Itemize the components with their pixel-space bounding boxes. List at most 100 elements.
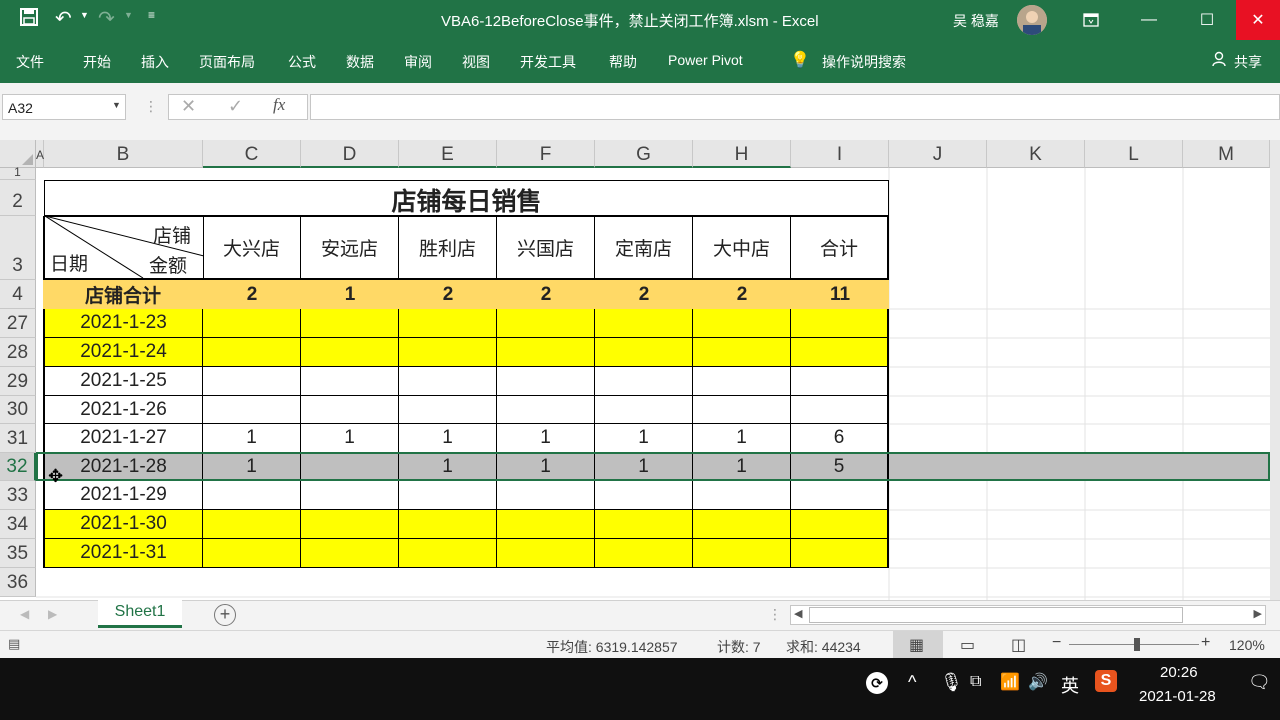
row-header-36[interactable]: 36 (0, 568, 36, 597)
column-header-k[interactable]: K (987, 140, 1085, 168)
scroll-right-icon[interactable]: ▶ (48, 607, 57, 621)
column-header-e[interactable]: E (399, 140, 497, 168)
horizontal-scrollbar[interactable]: ◀ ▶ (790, 605, 1266, 625)
wifi-icon[interactable]: 📶 (1000, 672, 1020, 692)
value-cell[interactable] (595, 539, 693, 568)
value-cell[interactable] (497, 510, 595, 539)
zoom-level[interactable]: 120% (1229, 637, 1265, 653)
value-cell[interactable] (399, 309, 497, 338)
worksheet-grid[interactable]: A B C D E F G H I J K L M 1 2 3 4 27 28 … (0, 140, 1270, 600)
value-cell[interactable] (595, 367, 693, 396)
value-cell[interactable] (595, 396, 693, 424)
date-cell[interactable]: 2021-1-25 (43, 367, 203, 396)
tab-page-layout[interactable]: 页面布局 (199, 52, 255, 72)
row-header-4[interactable]: 4 (0, 280, 36, 309)
summary-cell[interactable]: 2 (595, 280, 693, 309)
app-tray-icon[interactable]: ⟳ (866, 672, 888, 694)
row-header-3[interactable]: 3 (0, 216, 36, 280)
value-cell[interactable]: 1 (693, 424, 791, 453)
share-icon[interactable] (1212, 51, 1228, 71)
column-header-i[interactable]: I (791, 140, 889, 168)
date-cell[interactable]: 2021-1-24 (43, 338, 203, 367)
tell-me-search[interactable]: 操作说明搜索 (822, 52, 906, 72)
value-cell[interactable] (497, 338, 595, 367)
value-cell[interactable] (497, 396, 595, 424)
tab-power-pivot[interactable]: Power Pivot (668, 52, 743, 68)
clock-time[interactable]: 20:26 (1160, 664, 1198, 681)
column-header-h[interactable]: H (693, 140, 791, 168)
value-cell[interactable] (301, 481, 399, 510)
tab-help[interactable]: 帮助 (609, 52, 637, 72)
tab-data[interactable]: 数据 (346, 52, 374, 72)
column-header-g[interactable]: G (595, 140, 693, 168)
undo-dropdown-icon[interactable]: ▼ (80, 10, 89, 20)
value-cell[interactable] (791, 309, 889, 338)
column-header-b[interactable]: B (44, 140, 203, 168)
summary-cell[interactable]: 11 (791, 280, 889, 309)
row-header-27[interactable]: 27 (0, 309, 36, 338)
row-header-30[interactable]: 30 (0, 396, 36, 424)
customize-qat-icon[interactable]: ≡ (148, 8, 155, 22)
column-header-a[interactable]: A (36, 140, 44, 168)
value-cell[interactable] (497, 309, 595, 338)
value-cell[interactable] (693, 367, 791, 396)
column-header-c[interactable]: C (203, 140, 301, 168)
close-icon[interactable]: ✕ (1236, 0, 1280, 40)
value-cell[interactable] (595, 309, 693, 338)
value-cell[interactable] (693, 338, 791, 367)
value-cell[interactable] (203, 481, 301, 510)
microphone-icon[interactable]: 🎙 (940, 672, 963, 693)
save-icon[interactable] (20, 8, 38, 30)
show-hidden-icons-icon[interactable]: ^ (908, 672, 916, 693)
row-header-1[interactable]: 1 (0, 165, 36, 180)
hscroll-right-icon[interactable]: ▶ (1254, 607, 1262, 620)
column-header-l[interactable]: L (1085, 140, 1183, 168)
summary-cell[interactable]: 2 (399, 280, 497, 309)
name-box-dropdown-icon[interactable]: ▼ (112, 100, 121, 110)
macro-record-icon[interactable]: ▤ (8, 636, 20, 652)
value-cell[interactable] (399, 338, 497, 367)
date-cell[interactable]: 2021-1-27 (43, 424, 203, 453)
value-cell[interactable] (203, 367, 301, 396)
value-cell[interactable] (399, 539, 497, 568)
row-header-34[interactable]: 34 (0, 510, 36, 539)
column-header-j[interactable]: J (889, 140, 987, 168)
value-cell[interactable] (497, 367, 595, 396)
value-cell[interactable] (497, 539, 595, 568)
value-cell[interactable] (791, 367, 889, 396)
value-cell[interactable] (791, 338, 889, 367)
value-cell[interactable] (203, 338, 301, 367)
value-cell[interactable] (693, 539, 791, 568)
tab-split-grip-icon[interactable]: ⋮ (768, 606, 782, 623)
value-cell[interactable] (693, 481, 791, 510)
tab-developer[interactable]: 开发工具 (520, 52, 576, 72)
column-header-m[interactable]: M (1183, 140, 1270, 168)
value-cell[interactable] (203, 396, 301, 424)
value-cell[interactable] (791, 481, 889, 510)
value-cell[interactable]: 1 (203, 424, 301, 453)
select-all-corner[interactable] (0, 140, 36, 168)
value-cell[interactable] (203, 510, 301, 539)
summary-cell[interactable]: 2 (693, 280, 791, 309)
value-cell[interactable] (791, 396, 889, 424)
summary-label[interactable]: 店铺合计 (43, 280, 203, 309)
tab-insert[interactable]: 插入 (141, 52, 169, 72)
value-cell[interactable] (693, 309, 791, 338)
undo-icon[interactable]: ↶ (55, 6, 72, 31)
value-cell[interactable]: 1 (595, 424, 693, 453)
value-cell[interactable] (399, 367, 497, 396)
date-cell[interactable]: 2021-1-26 (43, 396, 203, 424)
tab-formulas[interactable]: 公式 (288, 52, 316, 72)
value-cell[interactable] (791, 510, 889, 539)
value-cell[interactable] (203, 539, 301, 568)
value-cell[interactable] (693, 396, 791, 424)
value-cell[interactable] (399, 481, 497, 510)
page-break-view-icon[interactable]: ◫ (1011, 635, 1026, 655)
value-cell[interactable]: 1 (497, 424, 595, 453)
date-cell[interactable]: 2021-1-30 (43, 510, 203, 539)
sheet-tab-sheet1[interactable]: Sheet1 (98, 600, 182, 628)
formula-input[interactable] (310, 94, 1280, 120)
clock-date[interactable]: 2021-01-28 (1139, 688, 1216, 705)
volume-icon[interactable]: 🔊 (1028, 672, 1048, 692)
row-header-2[interactable]: 2 (0, 180, 36, 216)
